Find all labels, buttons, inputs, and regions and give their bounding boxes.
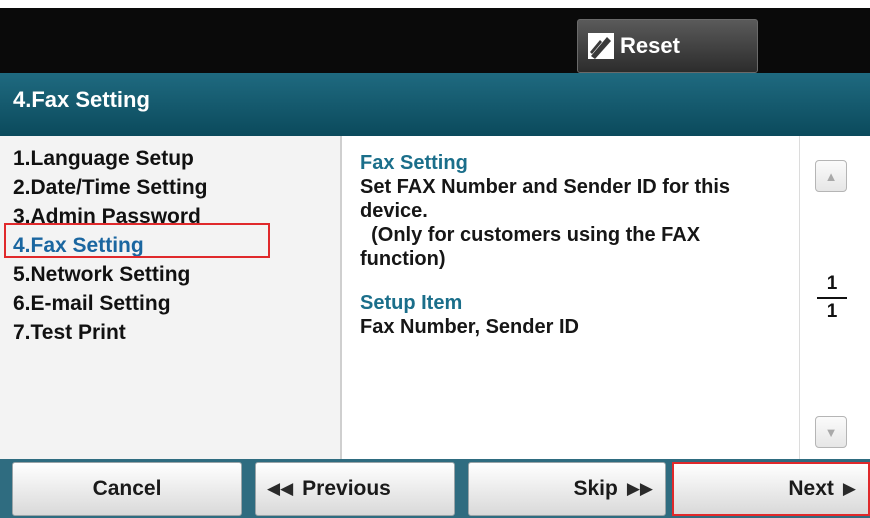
menu-item-language-setup[interactable]: 1.Language Setup (13, 144, 339, 173)
fax-setting-screen: Reset 4.Fax Setting 1.Language Setup 2.D… (0, 0, 870, 518)
page-total: 1 (826, 301, 838, 322)
triangle-down-icon: ▼ (824, 424, 838, 440)
footer-bar: Cancel ◀◀ Previous Skip ▶▶ Next ▶ (0, 459, 870, 518)
description-text: Fax Setting Set FAX Number and Sender ID… (360, 151, 790, 339)
cancel-button-label: Cancel (92, 477, 162, 500)
menu-item-test-print[interactable]: 7.Test Print (13, 318, 339, 347)
double-right-arrow-icon: ▶▶ (626, 479, 653, 498)
menu-item-date-time-setting[interactable]: 2.Date/Time Setting (13, 173, 339, 202)
triangle-up-icon: ▲ (824, 168, 838, 184)
description-body: Set FAX Number and Sender ID for this de… (360, 176, 731, 270)
right-arrow-icon: ▶ (842, 479, 856, 498)
skip-button[interactable]: Skip ▶▶ (468, 462, 666, 516)
reset-pencil-icon (588, 33, 614, 59)
menu-item-network-setting[interactable]: 5.Network Setting (13, 260, 339, 289)
cancel-button[interactable]: Cancel (12, 462, 242, 516)
description-panel: Fax Setting Set FAX Number and Sender ID… (343, 136, 800, 459)
menu-list: 1.Language Setup 2.Date/Time Setting 3.A… (13, 144, 339, 347)
menu-panel: 1.Language Setup 2.Date/Time Setting 3.A… (0, 136, 342, 459)
page-title: 4.Fax Setting (13, 87, 150, 112)
page-divider (817, 297, 847, 299)
scroll-panel: ▲ 1 1 ▼ (801, 136, 870, 459)
next-button-label: Next (788, 477, 834, 500)
menu-item-fax-setting[interactable]: 4.Fax Setting (13, 231, 339, 260)
description-heading: Fax Setting (360, 152, 468, 174)
double-left-arrow-icon: ◀◀ (267, 479, 294, 498)
setup-item-body: Fax Number, Sender ID (360, 316, 579, 338)
skip-button-label: Skip (573, 477, 618, 500)
previous-button-label: Previous (302, 477, 391, 500)
top-bar: Reset (0, 8, 870, 73)
next-button[interactable]: Next ▶ (672, 462, 870, 516)
reset-button-label: Reset (620, 33, 680, 58)
menu-item-admin-password[interactable]: 3.Admin Password (13, 202, 339, 231)
content-area: 1.Language Setup 2.Date/Time Setting 3.A… (0, 136, 870, 459)
previous-button[interactable]: ◀◀ Previous (255, 462, 455, 516)
reset-button[interactable]: Reset (577, 19, 758, 73)
menu-item-email-setting[interactable]: 6.E-mail Setting (13, 289, 339, 318)
scroll-up-button[interactable]: ▲ (815, 160, 847, 192)
page-current: 1 (826, 273, 838, 294)
title-bar: 4.Fax Setting (0, 73, 870, 136)
scroll-down-button[interactable]: ▼ (815, 416, 847, 448)
setup-item-heading: Setup Item (360, 292, 463, 314)
page-indicator: 1 1 (817, 273, 847, 323)
